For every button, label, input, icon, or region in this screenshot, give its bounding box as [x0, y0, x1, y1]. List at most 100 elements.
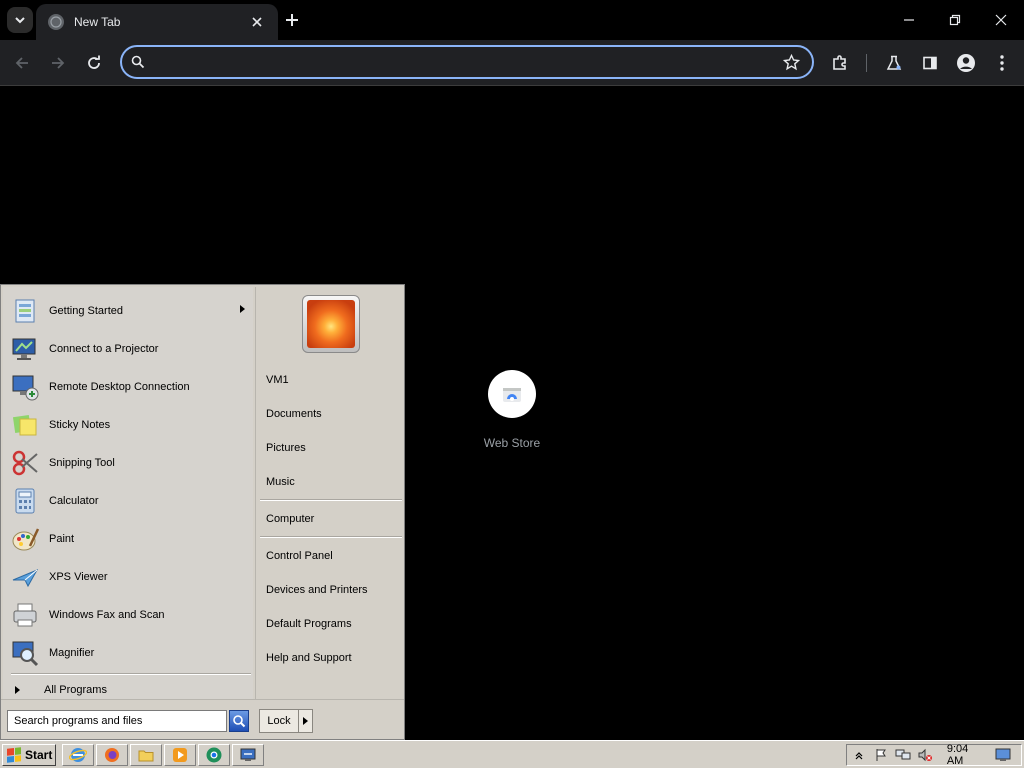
shortcut-web-store[interactable]: Web Store [472, 370, 552, 450]
lock-label: Lock [267, 715, 291, 727]
network-button[interactable] [895, 747, 911, 763]
program-label: Remote Desktop Connection [49, 381, 190, 393]
side-panel-icon [923, 56, 937, 70]
program-xps-viewer[interactable]: XPS Viewer [9, 559, 251, 595]
program-paint[interactable]: Paint [9, 521, 251, 557]
more-vertical-icon [1000, 55, 1004, 71]
close-tab-button[interactable] [248, 13, 266, 31]
place-computer[interactable]: Computer [266, 506, 402, 532]
shutdown-options-button[interactable] [299, 709, 313, 733]
forward-button[interactable] [45, 50, 71, 76]
program-calculator[interactable]: Calculator [9, 483, 251, 519]
program-remote-desktop[interactable]: Remote Desktop Connection [9, 369, 251, 405]
place-devices-and-printers[interactable]: Devices and Printers [266, 577, 402, 603]
restore-button[interactable] [937, 6, 973, 34]
plus-icon [286, 14, 298, 26]
volume-muted-icon [918, 748, 932, 762]
extensions-button[interactable] [827, 50, 853, 76]
quick-launch [62, 744, 264, 766]
getting-started-icon [9, 295, 41, 327]
place-label: Help and Support [266, 652, 352, 664]
internet-explorer-icon [69, 748, 87, 762]
search-icon [131, 55, 145, 69]
all-programs-label: All Programs [44, 684, 107, 696]
places-divider [260, 536, 402, 538]
action-center-button[interactable] [873, 747, 889, 763]
flag-icon [876, 749, 886, 761]
program-snipping-tool[interactable]: Snipping Tool [9, 445, 251, 481]
all-programs-button[interactable]: All Programs [9, 679, 251, 701]
close-window-button[interactable] [983, 6, 1019, 34]
start-search-input[interactable] [8, 711, 226, 731]
taskbar-chrome[interactable] [198, 744, 230, 766]
place-vm1[interactable]: VM1 [266, 367, 402, 393]
tab-search-button[interactable] [7, 7, 33, 33]
start-menu-footer: Lock [1, 699, 404, 739]
program-sticky-notes[interactable]: Sticky Notes [9, 407, 251, 443]
tab-new-tab[interactable]: New Tab [36, 4, 278, 40]
flask-icon [886, 55, 902, 70]
taskbar-firefox[interactable] [96, 744, 128, 766]
windows-logo-icon [7, 747, 21, 763]
chevron-up-icon [855, 752, 863, 760]
calculator-icon [9, 485, 41, 517]
address-bar[interactable] [120, 45, 814, 79]
show-hidden-icons-button[interactable] [851, 747, 867, 763]
reload-button[interactable] [81, 50, 107, 76]
profile-button[interactable] [953, 50, 979, 76]
program-label: Paint [49, 533, 75, 545]
network-icon [895, 749, 911, 760]
program-label: XPS Viewer [49, 571, 108, 583]
arrow-right-icon [15, 686, 20, 694]
place-default-programs[interactable]: Default Programs [266, 611, 402, 637]
clock[interactable]: 9:04 AM [947, 743, 987, 767]
taskbar-internet-explorer[interactable] [62, 744, 94, 766]
paint-icon [9, 523, 41, 555]
system-tray: 9:04 AM [846, 743, 1022, 767]
side-panel-button[interactable] [917, 50, 943, 76]
shortcut-label: Web Store [483, 436, 541, 450]
labs-button[interactable] [881, 50, 907, 76]
place-control-panel[interactable]: Control Panel [266, 543, 402, 569]
start-label: Start [25, 748, 53, 762]
arrow-left-icon [15, 57, 28, 69]
program-fax-and-scan[interactable]: Windows Fax and Scan [9, 597, 251, 633]
program-getting-started[interactable]: Getting Started [9, 293, 251, 329]
arrow-right-icon [303, 717, 308, 725]
taskbar: Start 9:04 AM [0, 740, 1024, 768]
program-connect-to-projector[interactable]: Connect to a Projector [9, 331, 251, 367]
chevron-down-icon [15, 17, 25, 24]
minimize-icon [904, 19, 914, 21]
minimize-button[interactable] [891, 6, 927, 34]
tab-strip: New Tab [0, 0, 1024, 40]
start-search-button[interactable] [229, 710, 249, 732]
show-desktop-button[interactable] [995, 747, 1011, 763]
place-pictures[interactable]: Pictures [266, 435, 402, 461]
user-picture[interactable] [302, 295, 360, 353]
program-magnifier[interactable]: Magnifier [9, 635, 251, 671]
new-tab-button[interactable] [280, 8, 304, 32]
place-music[interactable]: Music [266, 469, 402, 495]
bookmark-star-icon[interactable] [783, 54, 800, 71]
start-button[interactable]: Start [2, 744, 56, 766]
web-store-icon [488, 370, 536, 418]
taskbar-media-player[interactable] [164, 744, 196, 766]
volume-button[interactable] [917, 747, 933, 763]
place-documents[interactable]: Documents [266, 401, 402, 427]
place-help-and-support[interactable]: Help and Support [266, 645, 402, 671]
start-menu: Getting Started Connect to a Projector R… [0, 284, 405, 740]
reload-icon [88, 55, 100, 69]
lock-button[interactable]: Lock [259, 709, 299, 733]
desktop-icon [995, 748, 1011, 761]
back-button[interactable] [9, 50, 35, 76]
taskbar-remote[interactable] [232, 744, 264, 766]
menu-button[interactable] [989, 50, 1015, 76]
fax-scan-icon [9, 599, 41, 631]
toolbar-separator [866, 54, 867, 72]
address-input[interactable] [154, 52, 774, 72]
screen: New Tab Web Store Getting Started Connec… [0, 0, 1024, 768]
close-icon [252, 17, 262, 27]
start-search-box[interactable] [7, 710, 227, 732]
taskbar-explorer[interactable] [130, 744, 162, 766]
globe-icon [48, 14, 64, 30]
